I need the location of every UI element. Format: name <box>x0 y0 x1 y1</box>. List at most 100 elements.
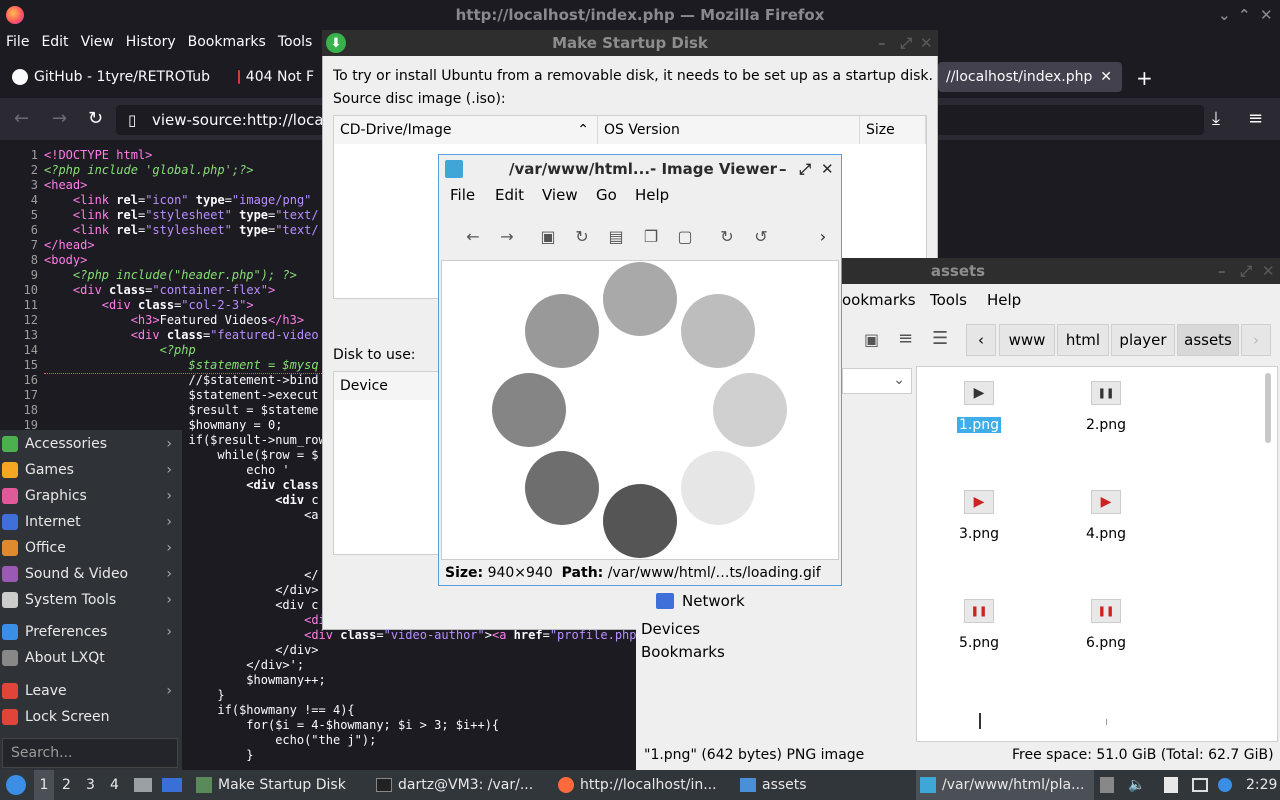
maximize-icon[interactable]: ⌃ <box>1238 6 1251 24</box>
minimize-icon[interactable]: – <box>779 160 787 178</box>
downloads-icon[interactable]: ⤓ <box>1212 108 1220 129</box>
menu-bookmarks[interactable]: ookmarks <box>842 291 916 309</box>
maximize-icon[interactable]: ⤢ <box>799 160 811 178</box>
breadcrumb-html[interactable]: html <box>1057 324 1109 356</box>
close-icon[interactable]: ✕ <box>1260 6 1273 24</box>
menu-help[interactable]: Help <box>987 291 1021 309</box>
menu-bookmarks[interactable]: Bookmarks <box>182 34 272 50</box>
rotate-counterclockwise-icon[interactable]: ↺ <box>749 224 773 248</box>
new-tab-button[interactable]: + <box>1136 66 1153 90</box>
menu-item-about-lxqt[interactable]: About LXQt <box>0 645 182 671</box>
task-startup-disk[interactable]: Make Startup Disk <box>196 770 346 800</box>
breadcrumb-www[interactable]: www <box>999 324 1055 356</box>
next-image-icon[interactable]: → <box>495 224 519 248</box>
clipboard-icon[interactable] <box>1164 770 1178 800</box>
volume-icon[interactable]: 🔈 <box>1128 770 1145 800</box>
copy-icon[interactable]: ❐ <box>639 224 663 248</box>
file-icon-view[interactable]: ▶ 1.png ❚❚ 2.png ▶ 3.png ▶ 4.png ❚❚ 5.png ❚❚ 6.png <box>916 366 1278 742</box>
start-menu-button[interactable] <box>6 770 26 800</box>
task-file-manager[interactable]: assets <box>740 770 807 800</box>
image-canvas[interactable] <box>441 260 839 560</box>
file-item[interactable]: ❚❚ 6.png <box>1056 599 1156 651</box>
breadcrumb-assets[interactable]: assets <box>1177 324 1239 356</box>
tray-removable-icon[interactable] <box>1100 770 1114 800</box>
menu-view[interactable]: View <box>542 186 578 204</box>
menu-item-graphics[interactable]: Graphics › <box>0 483 182 509</box>
rotate-clockwise-icon[interactable]: ↻ <box>715 224 739 248</box>
sidebar-section-bookmarks[interactable]: Bookmarks <box>641 643 725 661</box>
menu-item-games[interactable]: Games › <box>0 457 182 483</box>
tab-github[interactable]: GitHub - 1tyre/RETROTub <box>4 62 230 92</box>
breadcrumb-forward-button[interactable]: › <box>1241 324 1271 356</box>
minimize-icon[interactable]: ⌄ <box>1218 6 1231 24</box>
app-menu-icon[interactable]: ≡ <box>1248 108 1263 129</box>
menu-go[interactable]: Go <box>596 186 617 204</box>
menu-item-internet[interactable]: Internet › <box>0 509 182 535</box>
menu-item-office[interactable]: Office › <box>0 535 182 561</box>
tab-404[interactable]: 404 Not F <box>230 62 322 92</box>
close-icon[interactable]: ✕ <box>821 160 834 178</box>
file-item[interactable]: ▶ 4.png <box>1056 490 1156 542</box>
breadcrumb-player[interactable]: player <box>1111 324 1175 356</box>
desktop-4-button[interactable]: 4 <box>110 770 119 800</box>
icon-view-icon[interactable]: ▣ <box>864 330 879 349</box>
menu-edit[interactable]: Edit <box>35 34 74 50</box>
detail-view-icon[interactable]: ☰ <box>932 328 948 349</box>
menu-item-leave[interactable]: Leave › <box>0 678 182 704</box>
close-icon[interactable]: ✕ <box>1262 262 1275 280</box>
minimize-icon[interactable]: – <box>1218 262 1226 280</box>
sidebar-item-network[interactable]: Network <box>656 592 745 610</box>
menu-tools[interactable]: Tools <box>930 291 967 309</box>
location-dropdown[interactable]: ⌄ <box>842 368 912 394</box>
file-item[interactable]: ❚❚ 5.png <box>929 599 1029 651</box>
reload-icon[interactable]: ↻ <box>570 224 594 248</box>
previous-image-icon[interactable]: ← <box>461 224 485 248</box>
desktop-1-button[interactable]: 1 <box>34 770 54 800</box>
compact-view-icon[interactable]: ≡ <box>898 328 913 349</box>
close-icon[interactable]: ✕ <box>920 34 933 52</box>
minimize-icon[interactable]: – <box>878 34 886 52</box>
back-icon[interactable]: ← <box>14 108 29 129</box>
update-notifier-icon[interactable] <box>1218 770 1232 800</box>
menu-item-system-tools[interactable]: System Tools › <box>0 587 182 613</box>
task-image-viewer[interactable]: /var/www/html/pla... <box>916 770 1094 800</box>
menu-item-sound-video[interactable]: Sound & Video › <box>0 561 182 587</box>
desktop-2-button[interactable]: 2 <box>62 770 71 800</box>
reload-icon[interactable]: ↻ <box>88 108 103 129</box>
column-cd-drive[interactable]: CD-Drive/Image ⌃ <box>334 116 598 144</box>
vertical-scrollbar[interactable] <box>1265 373 1271 443</box>
maximize-icon[interactable]: ⤢ <box>900 34 912 52</box>
column-os-version[interactable]: OS Version <box>598 116 860 144</box>
network-tray-icon[interactable] <box>1192 770 1208 800</box>
chevron-right-icon[interactable]: › <box>811 224 835 248</box>
menu-item-preferences[interactable]: Preferences › <box>0 619 182 645</box>
sidebar-section-devices[interactable]: Devices <box>641 620 700 638</box>
maximize-icon[interactable]: ⤢ <box>1240 262 1252 280</box>
menu-item-lock-screen[interactable]: Lock Screen <box>0 704 182 730</box>
menu-edit[interactable]: Edit <box>495 186 524 204</box>
menu-view[interactable]: View <box>75 34 120 50</box>
tab-localhost[interactable]: //localhost/index.php ✕ <box>938 62 1122 92</box>
show-desktop-icon[interactable] <box>162 770 182 800</box>
menu-tools[interactable]: Tools <box>272 34 319 50</box>
menu-file[interactable]: File <box>0 34 35 50</box>
menu-item-accessories[interactable]: Accessories › <box>0 431 182 457</box>
save-icon[interactable]: ▤ <box>604 224 628 248</box>
menu-file[interactable]: File <box>450 186 475 204</box>
file-manager-launcher-icon[interactable] <box>134 770 152 800</box>
task-terminal[interactable]: dartz@VM3: /var/... <box>376 770 533 800</box>
menu-history[interactable]: History <box>120 34 182 50</box>
file-item[interactable]: ▶ 3.png <box>929 490 1029 542</box>
tab-close-icon[interactable]: ✕ <box>1100 69 1112 85</box>
clock[interactable]: 2:29 <box>1246 770 1277 800</box>
forward-icon[interactable]: → <box>52 108 67 129</box>
open-file-icon[interactable]: ▣ <box>536 224 560 248</box>
file-item[interactable]: ❚❚ 2.png <box>1056 381 1156 433</box>
column-size[interactable]: Size <box>860 116 926 144</box>
menu-search-input[interactable]: Search... <box>2 738 178 768</box>
breadcrumb-back-button[interactable]: ‹ <box>966 324 996 356</box>
paste-icon[interactable]: ▢ <box>673 224 697 248</box>
task-firefox[interactable]: http://localhost/in... <box>558 770 717 800</box>
desktop-3-button[interactable]: 3 <box>86 770 95 800</box>
menu-help[interactable]: Help <box>635 186 669 204</box>
